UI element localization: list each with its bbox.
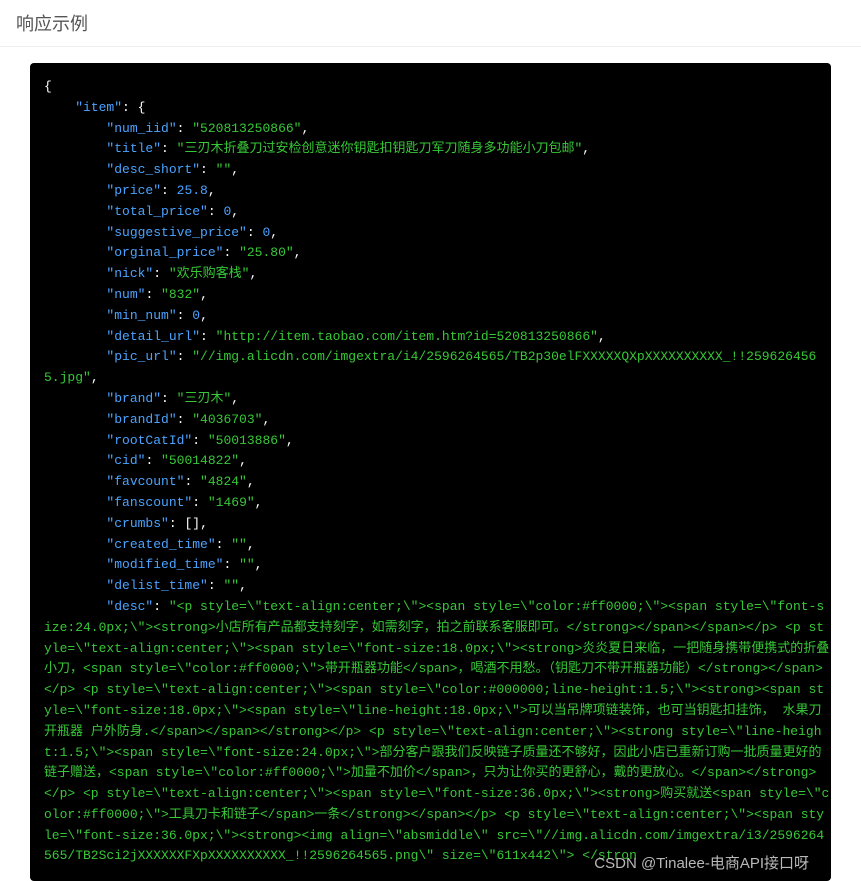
watermark: CSDN @Tinalee-电商API接口呀 bbox=[594, 852, 809, 873]
section-heading: 响应示例 bbox=[0, 0, 861, 47]
code-block: { "item": { "num_iid": "520813250866", "… bbox=[30, 63, 831, 881]
json-code: { "item": { "num_iid": "520813250866", "… bbox=[44, 77, 831, 867]
